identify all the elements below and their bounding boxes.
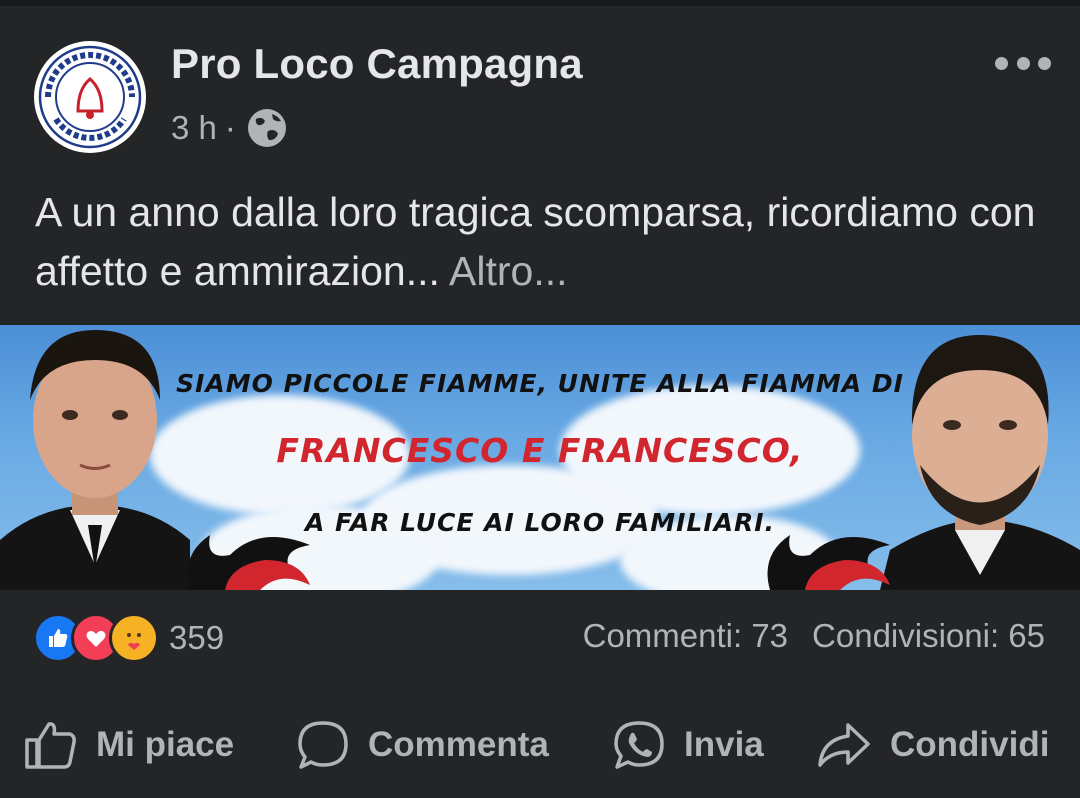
care-icon (109, 613, 159, 663)
banner-line-1: SIAMO PICCOLE FIAMME, UNITE ALLA FIAMMA … (176, 369, 904, 398)
send-label: Invia (684, 725, 764, 764)
thumbs-up-icon (25, 722, 76, 769)
banner-line-3: A FAR LUCE AI LORO FAMILIARI. (304, 508, 776, 537)
more-dots-icon[interactable] (995, 52, 1051, 74)
post-image[interactable]: SIAMO PICCOLE FIAMME, UNITE ALLA FIAMMA … (0, 325, 1080, 590)
page-avatar[interactable] (34, 41, 146, 153)
send-button[interactable]: Invia (612, 712, 764, 778)
reactions-summary[interactable]: 359 (33, 613, 224, 663)
share-arrow-icon (818, 723, 870, 767)
post-author[interactable]: Pro Loco Campagna (171, 40, 583, 88)
reaction-count[interactable]: 359 (169, 619, 224, 657)
whatsapp-icon (614, 721, 664, 769)
dot (995, 56, 1008, 70)
action-bar: Mi piace Commenta Invia Condividi (0, 712, 1080, 778)
dot (1038, 56, 1051, 70)
like-button[interactable]: Mi piace (24, 712, 234, 778)
top-divider (0, 0, 1080, 6)
comment-bubble-icon (298, 721, 348, 769)
post-text: A un anno dalla loro tragica scomparsa, … (35, 183, 1055, 301)
dot (1016, 56, 1030, 70)
comment-button[interactable]: Commenta (296, 712, 549, 778)
shares-count[interactable]: Condivisioni: 65 (812, 617, 1045, 655)
globe-icon[interactable] (246, 107, 288, 149)
share-button[interactable]: Condividi (816, 712, 1049, 778)
post-time[interactable]: 3 h (171, 109, 217, 147)
share-label: Condividi (890, 725, 1050, 764)
comment-label: Commenta (368, 725, 549, 764)
meta-separator: · (224, 109, 236, 146)
see-more-link[interactable]: Altro... (449, 248, 567, 294)
banner-line-2: FRANCESCO E FRANCESCO, (276, 431, 804, 470)
engagement-stats: Commenti: 73 Condivisioni: 65 (583, 617, 1045, 655)
comments-count[interactable]: Commenti: 73 (583, 617, 788, 655)
post-meta: 3 h · (171, 106, 288, 150)
like-label: Mi piace (96, 725, 235, 764)
